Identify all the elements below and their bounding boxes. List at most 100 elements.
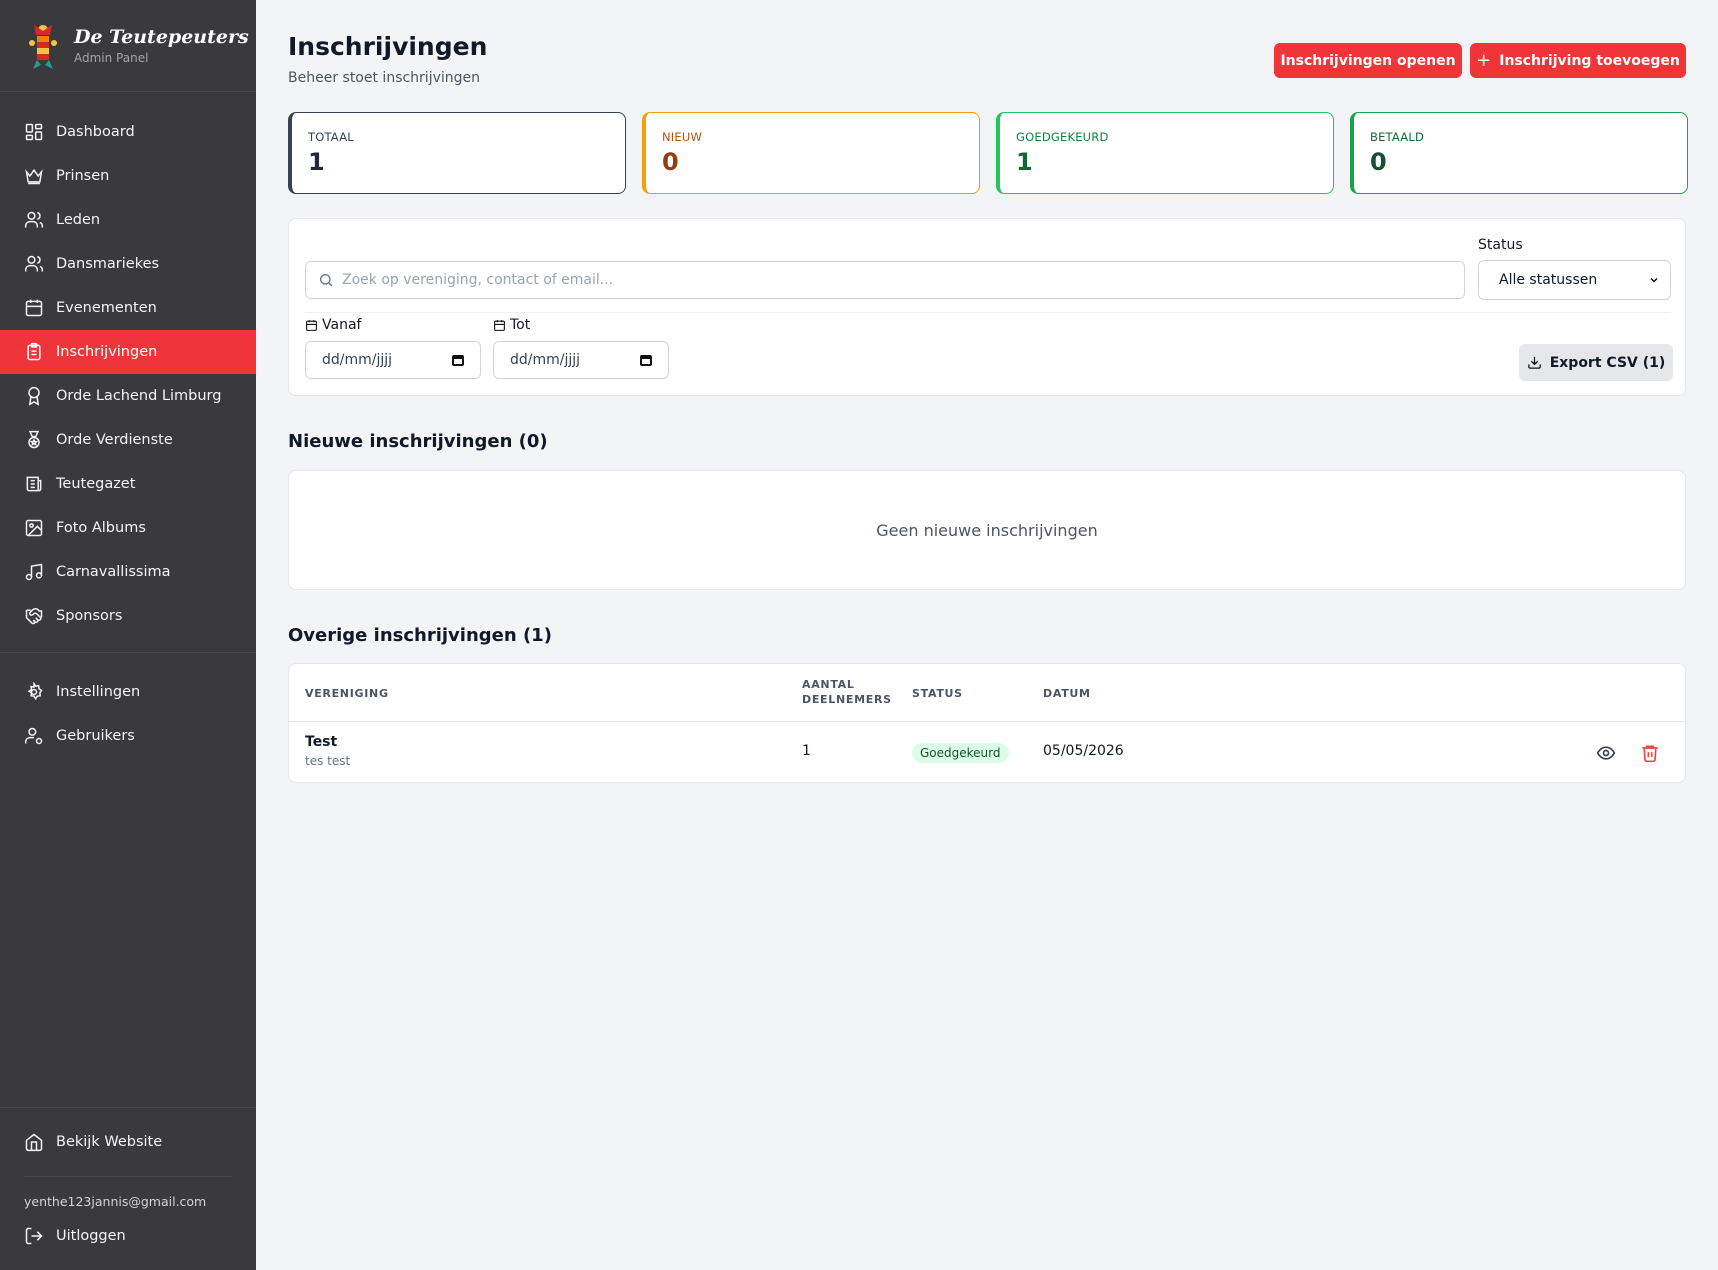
image-icon bbox=[25, 519, 43, 537]
download-icon bbox=[1527, 356, 1541, 369]
sidebar-nav: Dashboard Prinsen Leden Dansmariekes Eve… bbox=[0, 110, 256, 638]
table-header-divider bbox=[289, 721, 1685, 722]
export-csv-button[interactable]: Export CSV (1) bbox=[1519, 344, 1673, 381]
sidebar-item-instellingen[interactable]: Instellingen bbox=[0, 670, 256, 714]
add-registration-button[interactable]: + Inschrijving toevoegen bbox=[1470, 43, 1686, 78]
sidebar-item-label: Teutegazet bbox=[56, 476, 136, 492]
sidebar-item-label: Evenementen bbox=[56, 300, 157, 316]
sidebar-item-prinsen[interactable]: Prinsen bbox=[0, 154, 256, 198]
logout-icon bbox=[25, 1227, 43, 1245]
home-icon bbox=[25, 1133, 43, 1152]
sidebar-item-label: Orde Verdienste bbox=[56, 432, 173, 448]
add-registration-label: Inschrijving toevoegen bbox=[1499, 52, 1680, 69]
row-participant-count: 1 bbox=[802, 743, 811, 759]
crown-icon bbox=[25, 168, 43, 185]
stat-card-approved: GOEDGEKEURD 1 bbox=[996, 112, 1334, 194]
view-website-label: Bekijk Website bbox=[56, 1134, 163, 1150]
newspaper-icon bbox=[26, 476, 42, 492]
sidebar-item-teutegazet[interactable]: Teutegazet bbox=[0, 462, 256, 506]
from-date-placeholder: dd/mm/jjjj bbox=[322, 352, 393, 368]
logout-button[interactable]: Uitloggen bbox=[0, 1214, 256, 1258]
stat-value: 1 bbox=[308, 148, 325, 176]
main-content: Inschrijvingen Beheer stoet inschrijving… bbox=[256, 0, 1718, 1270]
stat-card-paid: BETAALD 0 bbox=[1350, 112, 1688, 194]
user-cog-icon bbox=[24, 727, 43, 745]
sidebar-secondary-nav: Instellingen Gebruikers bbox=[0, 670, 256, 758]
stat-value: 1 bbox=[1016, 148, 1033, 176]
gear-icon bbox=[27, 682, 43, 701]
column-header-aantal[interactable]: AANTAL DEELNEMERS bbox=[802, 677, 892, 707]
brand-subtitle: Admin Panel bbox=[74, 51, 149, 65]
view-website-link[interactable]: Bekijk Website bbox=[0, 1120, 256, 1164]
column-header-aantal-line2: DEELNEMERS bbox=[802, 693, 892, 706]
clipboard-icon bbox=[27, 342, 41, 361]
sidebar-item-foto-albums[interactable]: Foto Albums bbox=[0, 506, 256, 550]
logout-area: Uitloggen bbox=[0, 1214, 256, 1258]
export-csv-label: Export CSV (1) bbox=[1549, 354, 1666, 371]
sidebar-item-label: Sponsors bbox=[56, 608, 123, 624]
sidebar-item-orde-verdienste[interactable]: Orde Verdienste bbox=[0, 418, 256, 462]
stat-card-new: NIEUW 0 bbox=[642, 112, 980, 194]
sidebar-item-label: Dansmariekes bbox=[56, 256, 160, 272]
empty-state-text: Geen nieuwe inschrijvingen bbox=[876, 520, 1098, 540]
sidebar-divider bbox=[0, 652, 256, 653]
brand-name: De Teutepeuters bbox=[74, 26, 249, 48]
date-picker-icon[interactable] bbox=[452, 354, 464, 366]
column-header-status[interactable]: STATUS bbox=[912, 686, 963, 701]
award-icon bbox=[28, 386, 40, 406]
music-icon bbox=[25, 563, 43, 581]
to-date-input[interactable]: dd/mm/jjjj bbox=[493, 341, 669, 379]
stat-label: GOEDGEKEURD bbox=[1016, 130, 1109, 144]
column-header-datum[interactable]: DATUM bbox=[1043, 686, 1091, 701]
users-icon bbox=[24, 211, 44, 228]
calendar-icon bbox=[306, 319, 317, 331]
eye-icon[interactable] bbox=[1596, 743, 1616, 763]
sidebar-item-evenementen[interactable]: Evenementen bbox=[0, 286, 256, 330]
date-picker-icon[interactable] bbox=[640, 354, 652, 366]
handshake-icon bbox=[25, 607, 43, 625]
sidebar-item-carnavallissima[interactable]: Carnavallissima bbox=[0, 550, 256, 594]
status-filter-label: Status bbox=[1478, 237, 1523, 253]
open-registrations-label: Inschrijvingen openen bbox=[1280, 52, 1456, 69]
sidebar-footer-nav: Bekijk Website bbox=[0, 1120, 256, 1164]
sidebar-divider bbox=[0, 1107, 256, 1108]
stat-value: 0 bbox=[662, 148, 679, 176]
open-registrations-button[interactable]: Inschrijvingen openen bbox=[1274, 43, 1462, 78]
sidebar-item-label: Prinsen bbox=[56, 168, 110, 184]
registrations-table: VERENIGING AANTAL DEELNEMERS STATUS DATU… bbox=[288, 663, 1686, 783]
sidebar-item-label: Leden bbox=[56, 212, 101, 228]
row-vereniging-name: Test bbox=[305, 734, 338, 750]
sidebar-item-dansmariekes[interactable]: Dansmariekes bbox=[0, 242, 256, 286]
stat-label: TOTAAL bbox=[308, 130, 354, 144]
sidebar-item-sponsors[interactable]: Sponsors bbox=[0, 594, 256, 638]
sidebar-item-inschrijvingen[interactable]: Inschrijvingen bbox=[0, 330, 256, 374]
from-date-input[interactable]: dd/mm/jjjj bbox=[305, 341, 481, 379]
trash-icon[interactable] bbox=[1640, 743, 1660, 763]
sidebar-item-label: Dashboard bbox=[56, 124, 135, 140]
search-input[interactable] bbox=[342, 272, 1442, 288]
from-date-label: Vanaf bbox=[305, 317, 361, 333]
sidebar-divider bbox=[24, 1176, 232, 1177]
sidebar-item-label: Gebruikers bbox=[56, 728, 135, 744]
filter-panel: Status Alle statussen Vanaf dd/mm/jjjj T… bbox=[288, 218, 1686, 396]
to-date-placeholder: dd/mm/jjjj bbox=[510, 352, 581, 368]
page-subtitle: Beheer stoet inschrijvingen bbox=[288, 70, 481, 86]
brand[interactable]: De Teutepeuters Admin Panel bbox=[0, 0, 256, 92]
sidebar: De Teutepeuters Admin Panel Dashboard Pr… bbox=[0, 0, 256, 1270]
sidebar-item-label: Carnavallissima bbox=[56, 564, 171, 580]
sidebar-item-gebruikers[interactable]: Gebruikers bbox=[0, 714, 256, 758]
sidebar-item-label: Inschrijvingen bbox=[56, 344, 158, 360]
column-header-vereniging[interactable]: VERENIGING bbox=[305, 686, 389, 701]
new-registrations-title: Nieuwe inschrijvingen (0) bbox=[288, 431, 548, 452]
sidebar-item-leden[interactable]: Leden bbox=[0, 198, 256, 242]
calendar-icon bbox=[494, 319, 505, 331]
status-select[interactable]: Alle statussen bbox=[1478, 260, 1671, 300]
sidebar-item-dashboard[interactable]: Dashboard bbox=[0, 110, 256, 154]
row-date: 05/05/2026 bbox=[1043, 743, 1124, 759]
jester-logo-icon bbox=[29, 24, 57, 69]
logout-label: Uitloggen bbox=[56, 1228, 126, 1244]
search-field[interactable] bbox=[305, 261, 1465, 299]
sidebar-item-orde-lachend-limburg[interactable]: Orde Lachend Limburg bbox=[0, 374, 256, 418]
page-title: Inschrijvingen bbox=[288, 32, 488, 61]
stat-value: 0 bbox=[1370, 148, 1387, 176]
